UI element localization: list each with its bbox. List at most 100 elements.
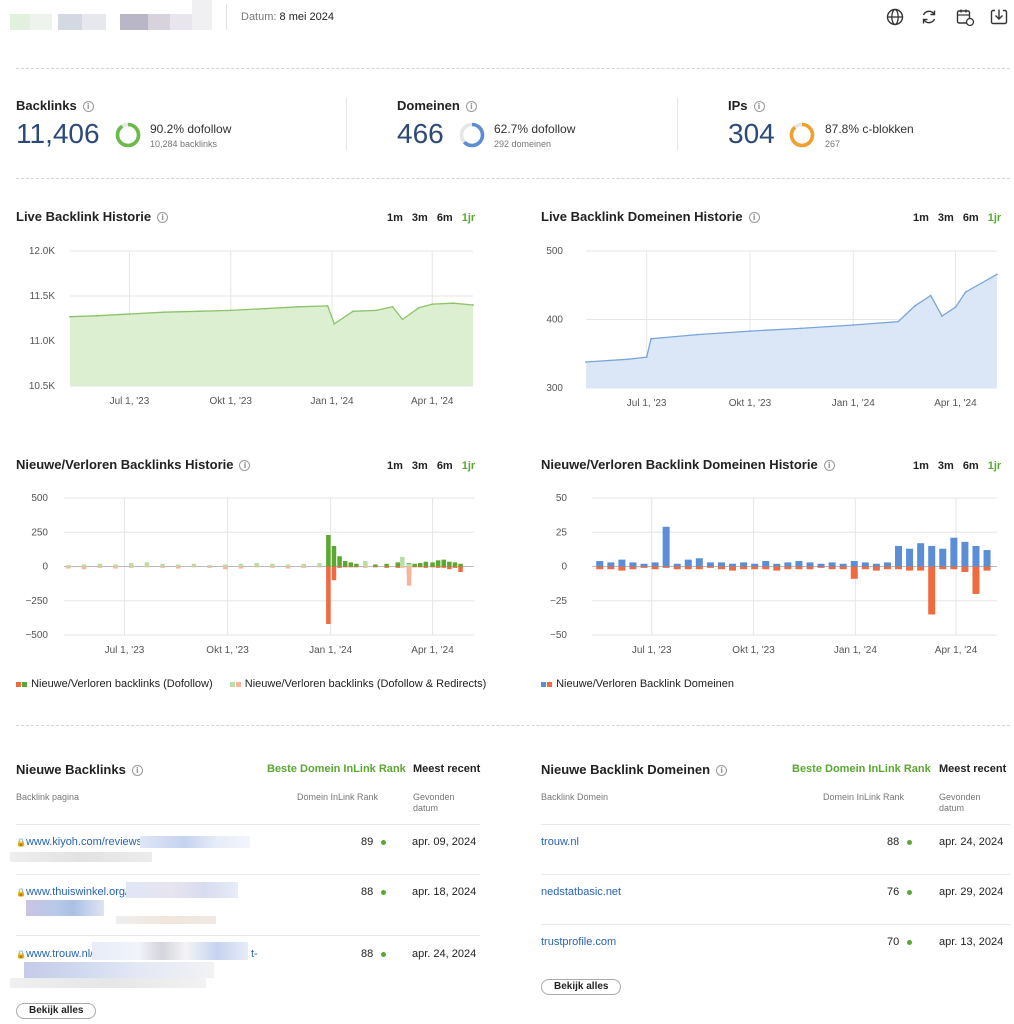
- sort-best-rank[interactable]: Beste Domein InLink Rank: [267, 763, 406, 775]
- bar-lost: [872, 566, 880, 571]
- table-title: Nieuwe Backlinks i: [16, 762, 143, 777]
- table-title-text: Nieuwe Backlink Domeinen: [541, 762, 711, 777]
- data-point: [418, 306, 420, 309]
- bar-new: [906, 548, 914, 567]
- table-row: 🔒www.kiyoh.com/reviews 89 apr. 09, 2024: [10, 836, 480, 866]
- period-1m[interactable]: 1m: [913, 212, 929, 224]
- period-1jr[interactable]: 1jr: [988, 460, 1001, 472]
- report-date: Datum: 8 mei 2024: [241, 11, 334, 23]
- sort-most-recent[interactable]: Meest recent: [939, 763, 1006, 775]
- col-header-date-line1: Gevonden: [939, 792, 981, 802]
- schedule-icon[interactable]: [955, 7, 975, 27]
- rank-value: 88: [361, 886, 374, 898]
- legend-item-dofollow[interactable]: Nieuwe/Verloren backlinks (Dofollow): [16, 678, 213, 690]
- bar-new: [928, 545, 936, 567]
- bar-new: [972, 545, 980, 567]
- globe-icon[interactable]: [885, 7, 905, 27]
- bar-new: [662, 526, 670, 567]
- period-3m[interactable]: 3m: [412, 460, 428, 472]
- x-tick-label: Jul 1, '23: [632, 645, 672, 656]
- period-1jr[interactable]: 1jr: [988, 212, 1001, 224]
- table-row: trouw.nl 88 apr. 24, 2024: [541, 836, 1010, 866]
- period-3m[interactable]: 3m: [938, 460, 954, 472]
- data-point: [852, 324, 855, 326]
- data-point: [954, 306, 957, 309]
- info-icon[interactable]: i: [239, 460, 251, 472]
- legend-item-redirects[interactable]: Nieuwe/Verloren backlinks (Dofollow & Re…: [229, 678, 486, 690]
- bar-lost: [430, 566, 435, 568]
- period-1jr[interactable]: 1jr: [462, 212, 475, 224]
- period-6m[interactable]: 6m: [437, 212, 453, 224]
- bar-new: [128, 563, 134, 567]
- bar-new: [684, 559, 692, 567]
- rank-dot: [907, 939, 913, 945]
- sort-most-recent[interactable]: Meest recent: [413, 763, 480, 775]
- info-icon[interactable]: i: [131, 765, 143, 777]
- data-point: [914, 304, 916, 307]
- bar-lost: [950, 566, 958, 570]
- data-point: [749, 330, 751, 333]
- stat-domains: Domeinen i 466 62.7% dofollow 292 domeine…: [397, 98, 667, 158]
- bar-new: [640, 563, 648, 567]
- period-1jr[interactable]: 1jr: [462, 460, 475, 472]
- info-icon[interactable]: i: [823, 460, 835, 472]
- data-point: [333, 323, 336, 325]
- period-1m[interactable]: 1m: [387, 460, 403, 472]
- bar-lost: [417, 566, 423, 568]
- col-header-date-line2: datum: [413, 803, 439, 813]
- download-icon[interactable]: [989, 7, 1009, 27]
- backlink-url[interactable]: 🔒www.thuiswinkel.org/: [16, 886, 128, 898]
- bar-new: [144, 562, 150, 567]
- info-icon[interactable]: i: [82, 101, 94, 113]
- col-header-date-line1: Gevonden: [413, 792, 455, 802]
- period-selector: 1m 3m 6m 1jr: [378, 458, 475, 472]
- domain-link[interactable]: nedstatbasic.net: [541, 886, 621, 898]
- bar-new: [81, 564, 87, 567]
- period-1m[interactable]: 1m: [387, 212, 403, 224]
- info-icon[interactable]: i: [465, 101, 477, 113]
- stat-title: IPs: [728, 98, 748, 113]
- backlink-url[interactable]: 🔒www.kiyoh.com/reviews: [16, 836, 142, 848]
- period-3m[interactable]: 3m: [412, 212, 428, 224]
- refresh-icon[interactable]: [919, 7, 939, 27]
- date-cell: apr. 24, 2024: [412, 948, 477, 960]
- period-3m[interactable]: 3m: [938, 212, 954, 224]
- bar-lost: [695, 566, 703, 570]
- bar-new: [452, 562, 458, 567]
- period-1m[interactable]: 1m: [913, 460, 929, 472]
- bar-lost: [817, 566, 825, 568]
- domain-link[interactable]: trouw.nl: [541, 836, 579, 848]
- data-point: [941, 315, 943, 317]
- legend-label: Nieuwe/Verloren Backlink Domeinen: [556, 678, 734, 690]
- period-6m[interactable]: 6m: [963, 460, 979, 472]
- info-icon[interactable]: i: [716, 765, 728, 777]
- backlink-url[interactable]: 🔒www.trouw.nl/: [16, 948, 93, 960]
- table-title: Nieuwe Backlink Domeinen i: [541, 762, 728, 777]
- table-title-text: Nieuwe Backlinks: [16, 762, 126, 777]
- bar-lost: [618, 566, 626, 571]
- chart-legend: Nieuwe/Verloren backlinks (Dofollow) Nie…: [16, 678, 486, 690]
- info-icon[interactable]: i: [157, 212, 169, 224]
- legend-item-domains[interactable]: Nieuwe/Verloren Backlink Domeinen: [541, 678, 734, 690]
- info-icon[interactable]: i: [753, 101, 765, 113]
- bar-new: [762, 561, 770, 567]
- bar-lost: [406, 566, 412, 586]
- area-fill: [70, 303, 473, 386]
- period-6m[interactable]: 6m: [963, 212, 979, 224]
- bar-new: [717, 562, 725, 567]
- view-all-button[interactable]: Bekijk alles: [541, 979, 622, 995]
- bar-new: [238, 563, 244, 567]
- rank-value: 76: [887, 886, 900, 898]
- bar-new: [435, 560, 441, 567]
- backlink-url-tail[interactable]: t-: [251, 948, 258, 960]
- domain-link[interactable]: trustprofile.com: [541, 936, 616, 948]
- view-all-button[interactable]: Bekijk alles: [16, 1003, 97, 1019]
- bar-new: [740, 562, 748, 567]
- row-divider: [16, 935, 480, 936]
- bar-lost: [81, 566, 87, 570]
- info-icon[interactable]: i: [748, 212, 760, 224]
- bar-new: [191, 563, 197, 567]
- data-point: [929, 294, 932, 297]
- period-6m[interactable]: 6m: [437, 460, 453, 472]
- sort-best-rank[interactable]: Beste Domein InLink Rank: [792, 763, 931, 775]
